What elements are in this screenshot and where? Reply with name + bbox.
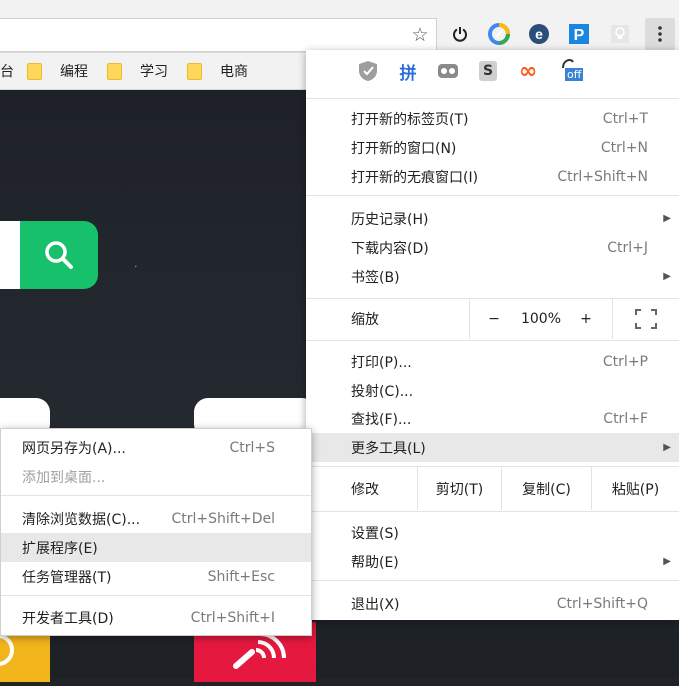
menu-item-incognito[interactable]: 打开新的无痕窗口(I) Ctrl+Shift+N [306, 162, 679, 191]
menu-item-new-window[interactable]: 打开新的窗口(N) Ctrl+N [306, 133, 679, 162]
star-icon[interactable]: ☆ [408, 23, 432, 47]
paste-button[interactable]: 粘贴(P) [592, 467, 679, 510]
folder-icon [187, 62, 202, 80]
fullscreen-icon[interactable] [632, 299, 660, 339]
menu-dots-icon[interactable] [645, 18, 675, 50]
extensions-row: 拼 S ∞ off [306, 50, 679, 96]
browser-toolbar: ☆ e P [0, 0, 679, 53]
address-bar[interactable] [0, 18, 437, 52]
s-icon[interactable]: S [477, 60, 499, 82]
menu-divider [612, 299, 613, 339]
chevron-right-icon: ▶ [663, 271, 671, 282]
edit-row: 修改 剪切(T) 复制(C) 粘贴(P) [306, 467, 679, 510]
submenu-item-clear-data[interactable]: 清除浏览数据(C)... Ctrl+Shift+Del [1, 504, 311, 533]
bookmark-label: 台 [0, 64, 14, 80]
bookmark-folder[interactable]: 电商 [187, 61, 248, 81]
cut-button[interactable]: 剪切(T) [418, 467, 501, 510]
off-icon[interactable]: off [559, 59, 587, 82]
menu-separator [306, 340, 679, 341]
svg-text:P: P [574, 27, 585, 44]
zoom-out-button[interactable]: − [482, 299, 506, 339]
color-ring-icon[interactable] [487, 22, 511, 46]
edit-label: 修改 [351, 481, 379, 498]
bookmark-folder[interactable]: 编程 [27, 61, 88, 81]
folder-icon [107, 62, 122, 80]
menu-item-settings[interactable]: 设置(S) [306, 518, 679, 547]
bookmark-label: 编程 [60, 64, 88, 80]
submenu-item-devtools[interactable]: 开发者工具(D) Ctrl+Shift+I [1, 603, 311, 632]
zoom-in-button[interactable]: + [574, 299, 598, 339]
submenu-item-save-page[interactable]: 网页另存为(A)... Ctrl+S [1, 433, 311, 462]
bookmark-folder[interactable]: 学习 [107, 61, 168, 81]
menu-separator [1, 595, 311, 596]
copy-button[interactable]: 复制(C) [502, 467, 591, 510]
zoom-label: 缩放 [351, 312, 379, 328]
menu-item-print[interactable]: 打印(P)... Ctrl+P [306, 347, 679, 376]
zoom-row: 缩放 − 100% + [306, 299, 679, 339]
submenu-item-task-manager[interactable]: 任务管理器(T) Shift+Esc [1, 562, 311, 591]
bookmark-item[interactable]: 台 [0, 61, 14, 81]
menu-separator [306, 511, 679, 512]
power-icon[interactable] [448, 22, 472, 46]
chevron-right-icon: ▶ [663, 442, 671, 453]
p-extension-icon[interactable]: P [567, 22, 591, 46]
shield-icon[interactable] [357, 60, 379, 82]
submenu-item-extensions[interactable]: 扩展程序(E) [1, 533, 311, 562]
menu-separator [306, 195, 679, 196]
menu-separator [306, 98, 679, 99]
chevron-right-icon: ▶ [663, 213, 671, 224]
more-tools-submenu: 网页另存为(A)... Ctrl+S 添加到桌面... 清除浏览数据(C)...… [0, 428, 312, 636]
submenu-item-add-to-desktop: 添加到桌面... [22, 469, 106, 486]
infinity-icon[interactable]: ∞ [517, 59, 539, 84]
search-icon [45, 241, 73, 269]
menu-item-new-tab[interactable]: 打开新的标签页(T) Ctrl+T [306, 104, 679, 133]
bookmark-label: 电商 [220, 64, 248, 80]
bulb-icon[interactable] [608, 22, 632, 46]
gamepad-icon[interactable] [437, 60, 459, 82]
menu-divider [469, 299, 470, 339]
menu-item-cast[interactable]: 投射(C)... [306, 376, 679, 405]
svg-text:e: e [535, 26, 543, 42]
chevron-right-icon: ▶ [663, 556, 671, 567]
menu-item-find[interactable]: 查找(F)... Ctrl+F [306, 404, 679, 433]
bookmark-label: 学习 [140, 64, 168, 80]
menu-item-help[interactable]: 帮助(E) ▶ [306, 547, 679, 576]
menu-item-more-tools[interactable]: 更多工具(L) ▶ [306, 433, 679, 462]
zoom-level: 100% [520, 311, 562, 327]
e-extension-icon[interactable]: e [527, 22, 551, 46]
menu-item-history[interactable]: 历史记录(H) ▶ [306, 204, 679, 233]
folder-icon [27, 62, 42, 80]
chrome-main-menu: 拼 S ∞ off 打开新的标签页(T) Ctrl+T 打开新的窗口(N) Ct… [306, 50, 679, 620]
menu-item-bookmarks[interactable]: 书签(B) ▶ [306, 262, 679, 291]
pin-icon[interactable]: 拼 [397, 60, 419, 84]
menu-item-exit[interactable]: 退出(X) Ctrl+Shift+Q [306, 589, 679, 618]
menu-separator [1, 495, 311, 496]
menu-item-downloads[interactable]: 下载内容(D) Ctrl+J [306, 233, 679, 262]
search-button[interactable] [20, 221, 98, 289]
menu-separator [306, 580, 679, 581]
